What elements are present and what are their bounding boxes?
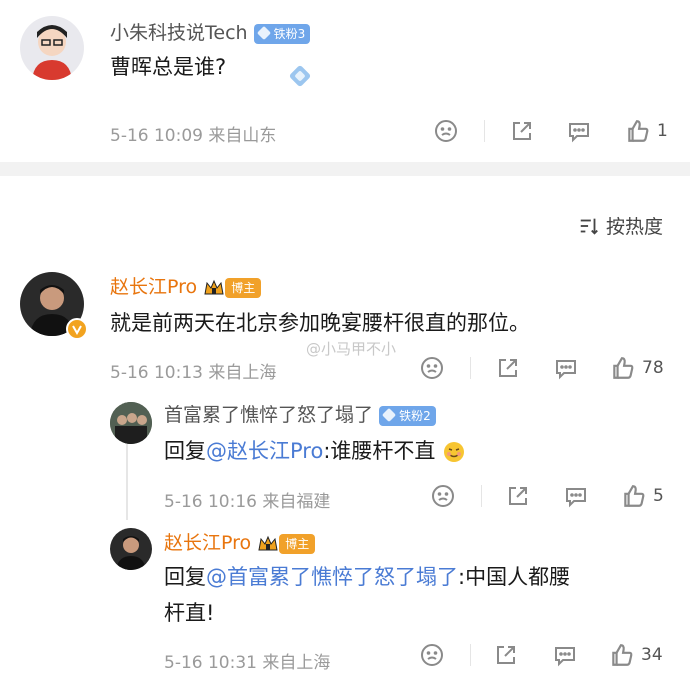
reply-body: :中国人都腰 (458, 565, 571, 589)
avatar-zhaochangjiang-small[interactable] (110, 528, 152, 570)
emoji-icon (442, 440, 466, 464)
dislike-icon (421, 644, 443, 666)
like-count: 5 (653, 486, 664, 506)
thread-line (126, 440, 128, 520)
avatar-xiaozhu[interactable] (20, 16, 84, 80)
like-icon (613, 357, 634, 379)
dislike-icon (435, 120, 457, 142)
author-name[interactable]: 首富累了憔悴了怒了塌了 铁粉2 (164, 400, 436, 427)
dislike-button[interactable] (434, 119, 458, 143)
author-name[interactable]: 赵长江Pro 博主 (164, 528, 316, 555)
author-name-text[interactable]: 赵长江Pro (164, 532, 251, 554)
fan-badge: 铁粉3 (253, 23, 311, 44)
reply-text: 回复@赵长江Pro:谁腰杆不直 (164, 434, 466, 468)
like-icon (624, 485, 645, 507)
reply-prefix: 回复 (164, 565, 206, 589)
crown-icon (203, 278, 225, 298)
reply-text-line2: 杆直! (164, 601, 215, 625)
host-badge: 博主 (279, 533, 316, 554)
comment-button[interactable] (553, 643, 577, 667)
sticker-icon (282, 62, 318, 90)
like-button[interactable]: 5 (621, 483, 664, 509)
like-button[interactable]: 78 (610, 355, 664, 381)
like-icon (612, 644, 633, 666)
sort-label: 按热度 (606, 216, 664, 238)
crown-icon (257, 534, 279, 554)
like-count: 34 (641, 645, 663, 665)
share-button[interactable] (510, 119, 534, 143)
share-icon (513, 122, 531, 140)
share-icon (497, 646, 515, 664)
dislike-button[interactable] (420, 643, 444, 667)
like-count: 78 (642, 358, 664, 378)
comment-icon (566, 488, 586, 508)
dislike-button[interactable] (431, 484, 455, 508)
dislike-icon (432, 485, 454, 507)
author-name-text[interactable]: 首富累了憔悴了怒了塌了 (164, 404, 373, 426)
mention-link[interactable]: @首富累了憔悴了怒了塌了 (206, 565, 458, 589)
author-name-text[interactable]: 赵长江Pro (110, 276, 197, 298)
avatar-shoufu[interactable] (110, 402, 152, 444)
comment-button[interactable] (564, 484, 588, 508)
sort-icon (580, 218, 598, 235)
share-icon (509, 487, 527, 505)
share-button[interactable] (494, 643, 518, 667)
reply-body: :谁腰杆不直 (323, 439, 436, 463)
like-icon (628, 120, 649, 142)
mention-link[interactable]: @赵长江Pro (206, 439, 323, 463)
comment-text: 就是前两天在北京参加晚宴腰杆很直的那位。 (110, 311, 530, 335)
comment-icon (555, 647, 575, 667)
reply-text-line1: 回复@首富累了憔悴了怒了塌了:中国人都腰 (164, 560, 570, 594)
reply-prefix: 回复 (164, 439, 206, 463)
sort-by-hot-button[interactable]: 按热度 (578, 212, 663, 239)
dislike-button[interactable] (420, 356, 444, 380)
like-button[interactable]: 34 (609, 642, 663, 668)
reply-meta: 5-16 10:16 来自福建 (164, 492, 331, 512)
share-icon (499, 359, 517, 377)
author-name-text[interactable]: 小朱科技说Tech (110, 22, 248, 44)
reply-meta: 5-16 10:31 来自上海 (164, 653, 331, 673)
dislike-icon (421, 357, 443, 379)
comment-button[interactable] (554, 356, 578, 380)
verified-icon (66, 318, 88, 340)
host-badge: 博主 (225, 277, 262, 298)
share-button[interactable] (496, 356, 520, 380)
comment-meta: 5-16 10:13 来自上海 (110, 363, 277, 383)
watermark: @小马甲不小 (306, 340, 397, 358)
like-count: 1 (657, 121, 668, 141)
post-meta: 5-16 10:09 来自山东 (110, 126, 277, 146)
post-text: 曹晖总是谁? (110, 55, 227, 79)
author-name[interactable]: 赵长江Pro 博主 (110, 272, 262, 299)
fan-badge: 铁粉2 (379, 405, 436, 426)
like-button[interactable]: 1 (625, 118, 668, 144)
comment-icon (569, 123, 589, 143)
section-divider (0, 162, 690, 176)
comment-icon (556, 360, 576, 380)
share-button[interactable] (506, 484, 530, 508)
comment-button[interactable] (567, 119, 591, 143)
author-name[interactable]: 小朱科技说Tech 铁粉3 (110, 18, 311, 45)
